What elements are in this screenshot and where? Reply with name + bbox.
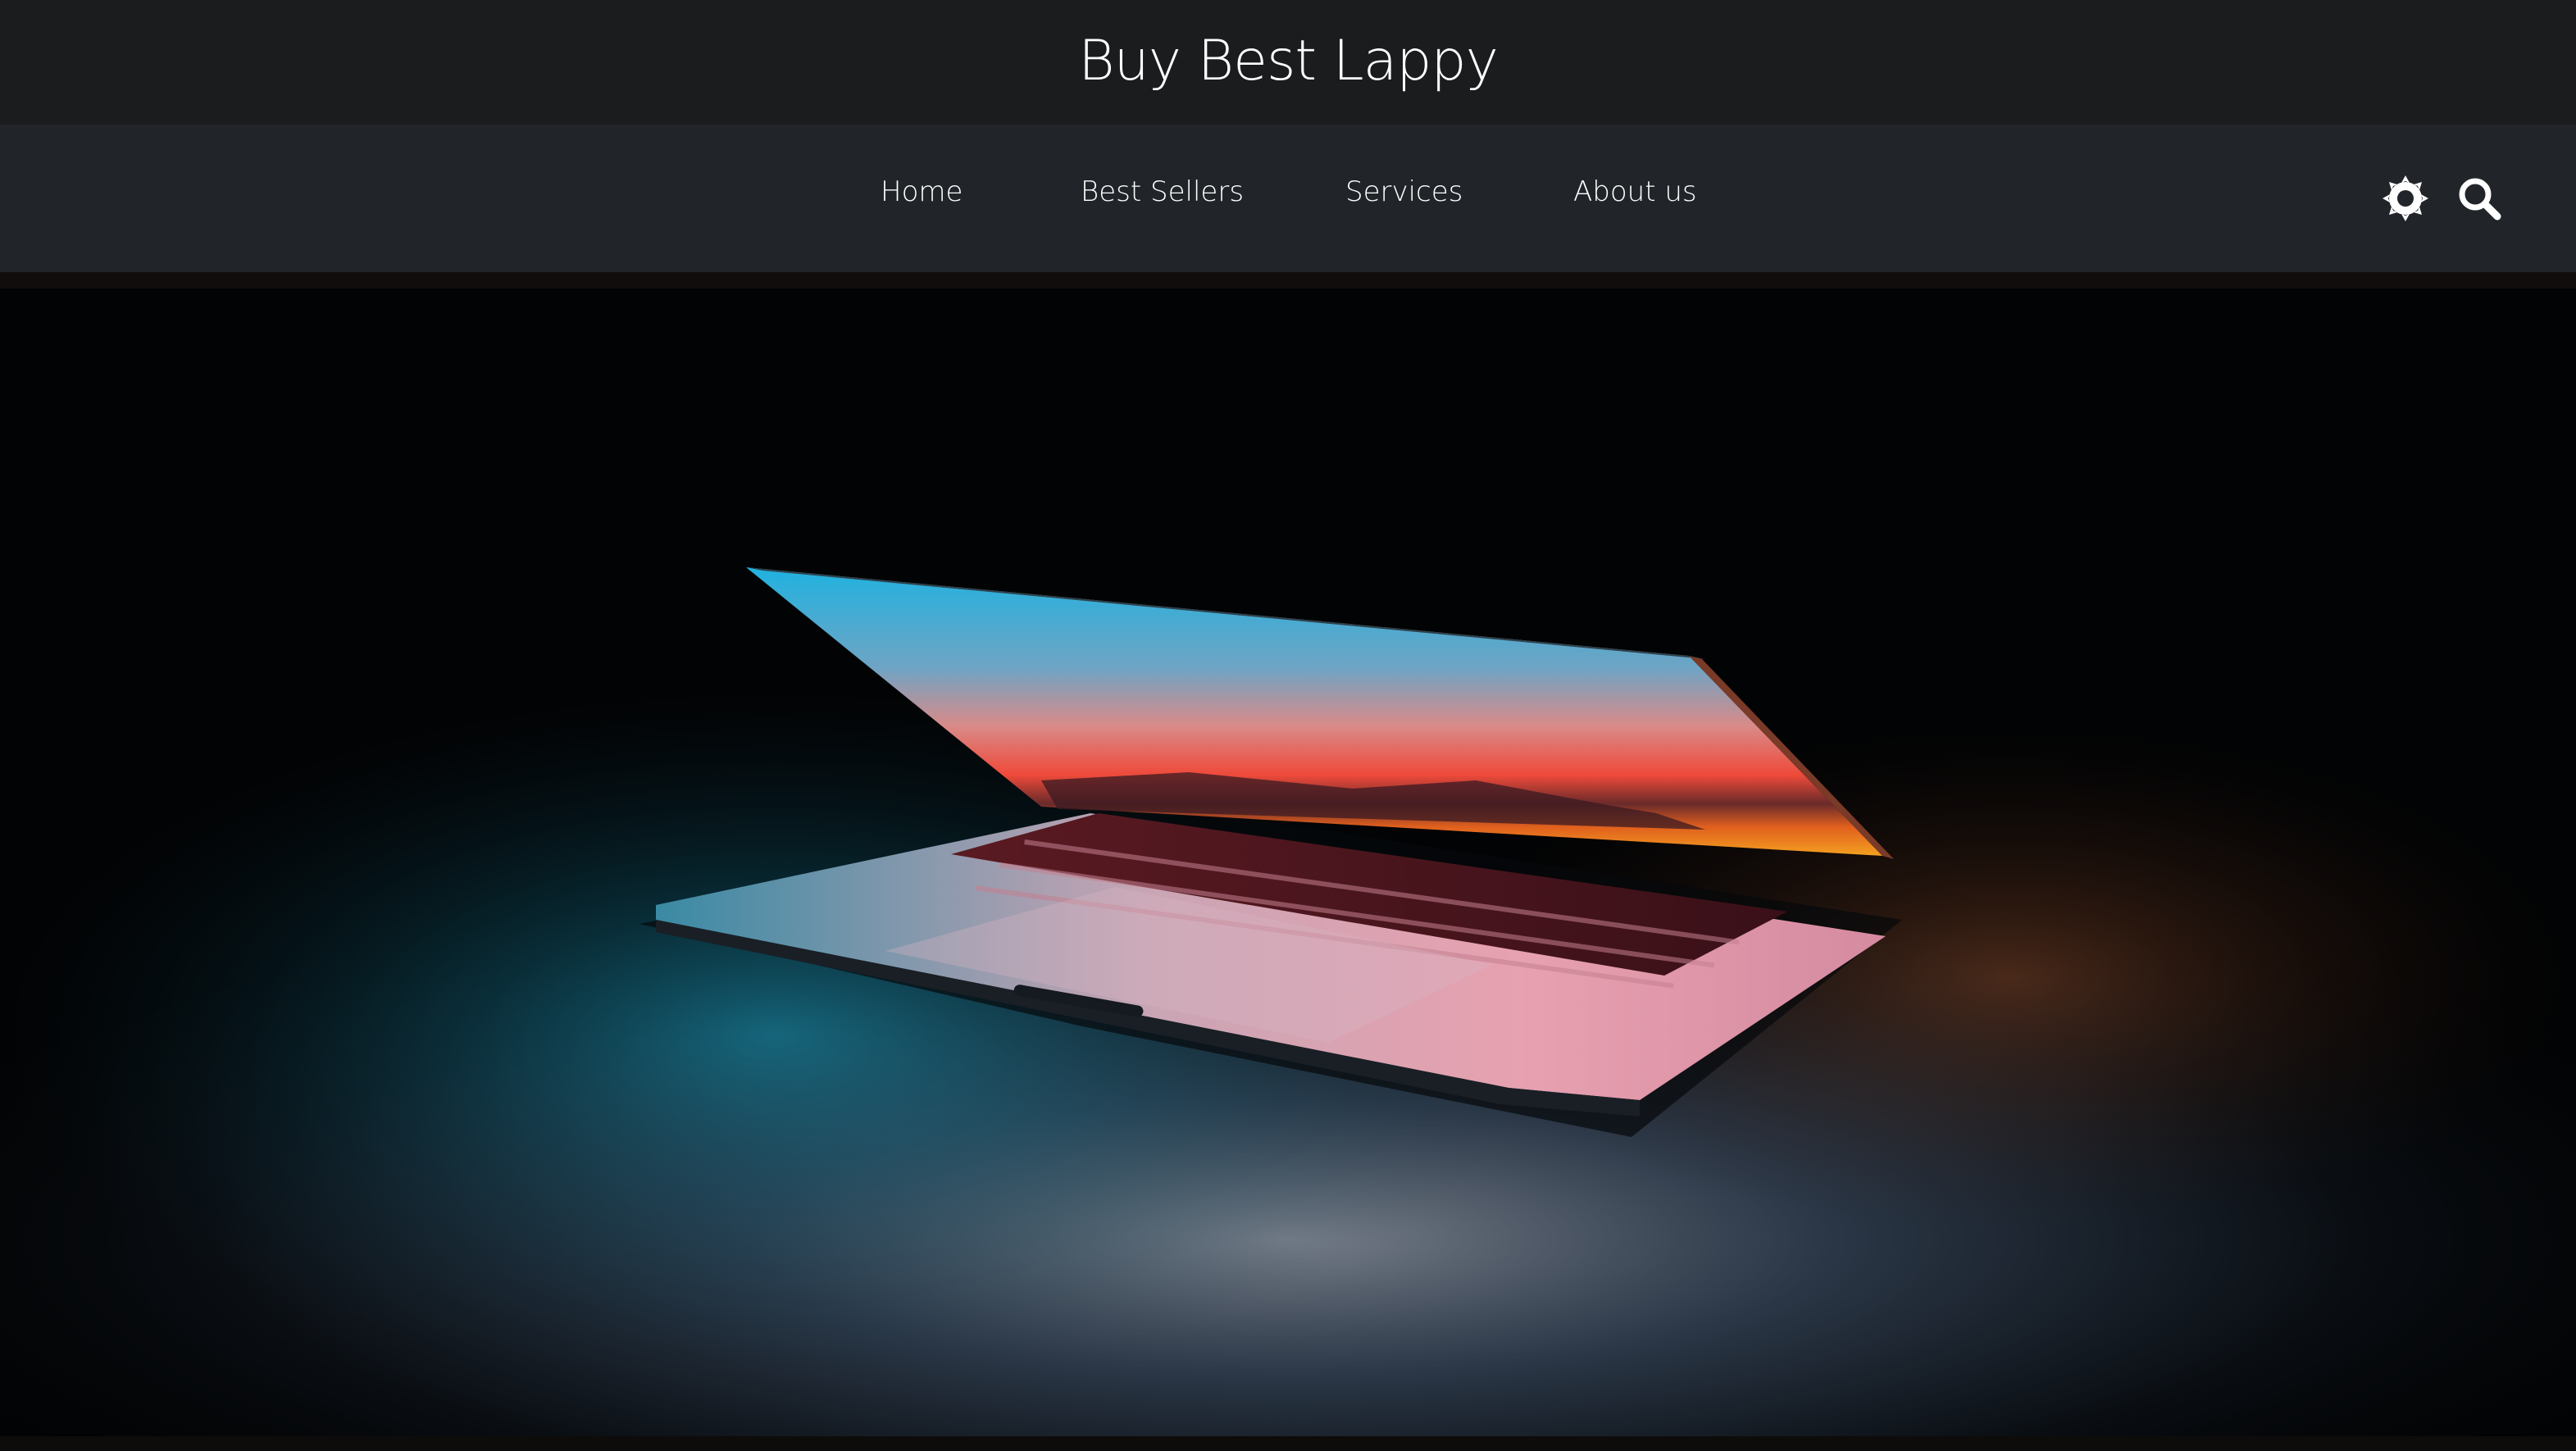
site-title[interactable]: Buy Best Lappy [1078,29,1499,93]
nav-links: Home Best Sellers Services About us [0,125,2576,272]
site-header: Buy Best Lappy [0,0,2576,125]
search-icon [2459,178,2501,221]
nav-item-about-us[interactable]: About us [1573,175,1697,208]
nav-item-home[interactable]: Home [881,175,963,208]
search-button[interactable] [2453,172,2505,225]
hero-banner [0,289,2576,1436]
main-nav: Home Best Sellers Services About us [0,125,2576,272]
footer-divider [0,1436,2576,1451]
nav-item-services[interactable]: Services [1345,175,1463,208]
nav-item-best-sellers[interactable]: Best Sellers [1081,175,1244,208]
theme-toggle-button[interactable] [2379,172,2432,225]
header-divider [0,272,2576,289]
hero-laptop-image [0,289,2576,1436]
sun-gear-icon [2383,175,2428,221]
